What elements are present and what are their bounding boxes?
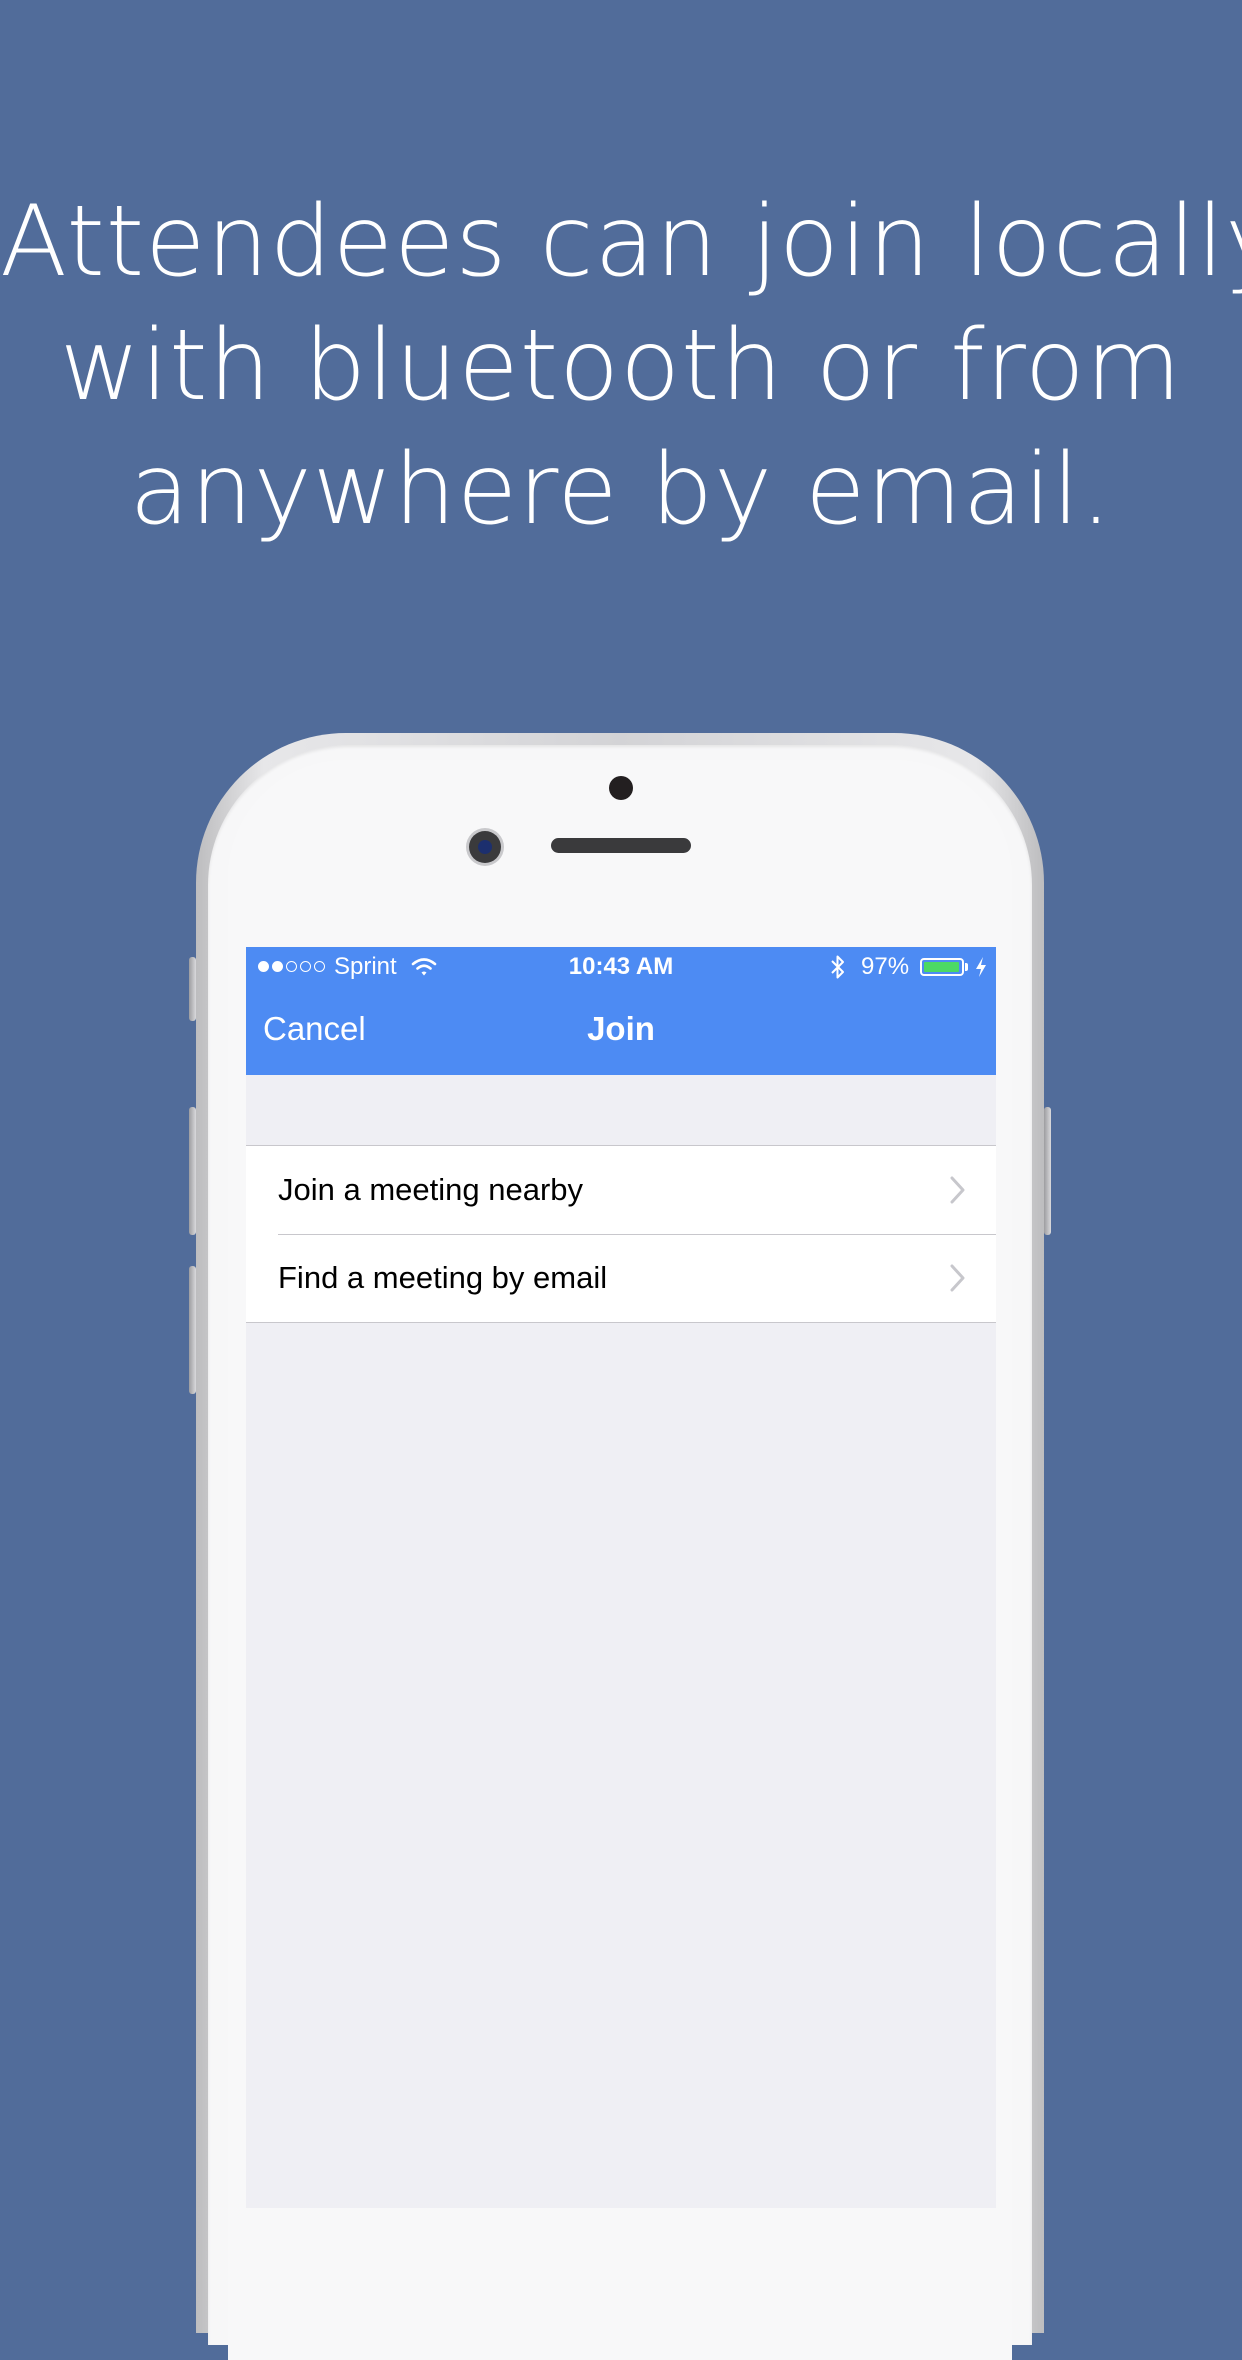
proximity-sensor — [609, 776, 633, 800]
status-bar: Sprint 10:43 AM 97% — [246, 947, 996, 987]
front-camera-icon — [469, 831, 501, 863]
charging-icon — [976, 957, 986, 977]
headline-line-2: with bluetooth or from — [59, 309, 1183, 423]
join-options-list: Join a meeting nearby Find a meeting by … — [246, 1145, 996, 1323]
volume-down-button — [189, 1266, 196, 1394]
chevron-right-icon — [950, 1176, 965, 1204]
headline: Attendees can join locally with bluetoot… — [0, 180, 1242, 552]
headline-line-1: Attendees can join locally — [0, 185, 1242, 299]
join-nearby-row[interactable]: Join a meeting nearby — [246, 1146, 996, 1234]
phone-screen: Sprint 10:43 AM 97% Cancel Join Join a m… — [246, 947, 996, 2208]
battery-icon — [920, 958, 964, 976]
mute-switch — [189, 957, 196, 1021]
battery-tip — [965, 963, 968, 971]
volume-up-button — [189, 1107, 196, 1235]
nav-title: Join — [587, 1010, 655, 1047]
bluetooth-icon — [831, 955, 844, 979]
chevron-right-icon — [950, 1264, 965, 1292]
find-by-email-row[interactable]: Find a meeting by email — [246, 1234, 996, 1322]
find-by-email-label: Find a meeting by email — [278, 1260, 608, 1295]
battery-percentage: 97% — [861, 953, 910, 980]
join-nearby-label: Join a meeting nearby — [278, 1172, 584, 1207]
battery-level-fill — [924, 962, 959, 972]
power-button — [1044, 1107, 1051, 1235]
headline-line-3: anywhere by email. — [129, 433, 1113, 547]
earpiece-speaker — [551, 838, 691, 853]
